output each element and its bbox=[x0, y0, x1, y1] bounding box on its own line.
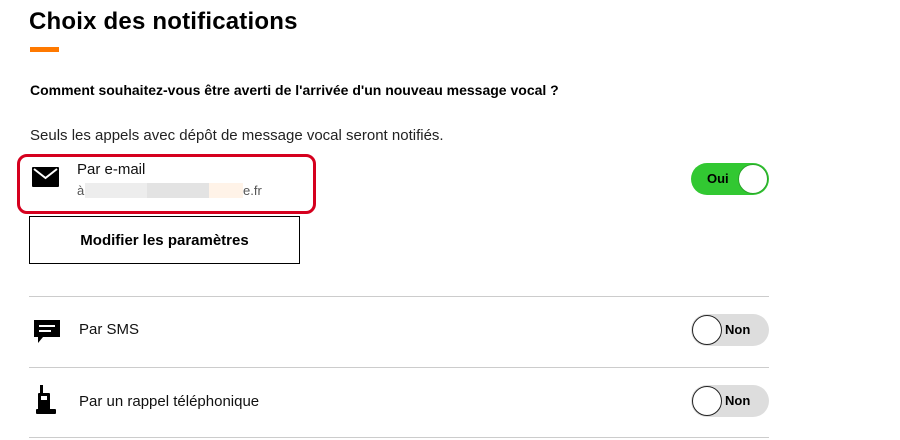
notification-question: Comment souhaitez-vous être averti de l'… bbox=[30, 82, 559, 98]
redacted-block bbox=[85, 183, 147, 198]
email-toggle[interactable]: Oui bbox=[691, 163, 769, 195]
redacted-block bbox=[209, 183, 243, 198]
email-address-start: à bbox=[77, 183, 85, 198]
email-toggle-label: Oui bbox=[707, 171, 729, 186]
email-address-end: e.fr bbox=[243, 183, 262, 198]
page-title: Choix des notifications bbox=[29, 8, 298, 35]
modify-settings-button[interactable]: Modifier les paramètres bbox=[29, 216, 300, 264]
sms-toggle[interactable]: Non bbox=[691, 314, 769, 346]
toggle-knob bbox=[692, 386, 722, 416]
phone-icon bbox=[36, 385, 56, 420]
email-label: Par e-mail bbox=[77, 161, 146, 178]
notification-info: Seuls les appels avec dépôt de message v… bbox=[30, 127, 444, 144]
sms-label: Par SMS bbox=[79, 321, 140, 338]
toggle-knob bbox=[738, 164, 768, 194]
phone-toggle-label: Non bbox=[725, 393, 751, 408]
divider bbox=[29, 296, 769, 297]
sms-toggle-label: Non bbox=[725, 322, 751, 337]
message-icon bbox=[33, 319, 61, 350]
toggle-knob bbox=[692, 315, 722, 345]
envelope-icon bbox=[32, 167, 59, 192]
divider bbox=[29, 367, 769, 368]
divider bbox=[29, 437, 769, 438]
redacted-block bbox=[147, 183, 209, 198]
title-accent-bar bbox=[30, 47, 59, 52]
email-address: à e.fr bbox=[77, 182, 262, 199]
phone-label: Par un rappel téléphonique bbox=[79, 393, 260, 410]
phone-toggle[interactable]: Non bbox=[691, 385, 769, 417]
